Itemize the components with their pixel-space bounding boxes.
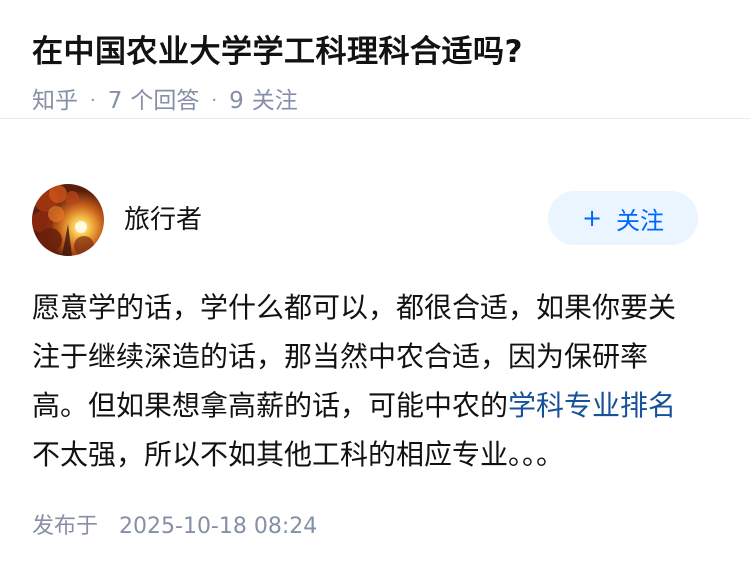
question-header: 在中国农业大学学工科理科合适吗? 知乎 · 7 个回答 · 9 关注 xyxy=(0,0,750,119)
meta-separator: · xyxy=(90,90,96,111)
answer-author-row: 旅行者 + 关注 xyxy=(32,184,698,256)
avatar-image xyxy=(32,184,104,256)
answer-content: 愿意学的话，学什么都可以，都很合适，如果你要关注于继续深造的话，那当然中农合适，… xyxy=(32,283,700,479)
publish-time: 2025-10-18 08:24 xyxy=(119,514,318,539)
source-label[interactable]: 知乎 xyxy=(32,85,78,117)
author-name[interactable]: 旅行者 xyxy=(124,199,548,236)
question-meta: 知乎 · 7 个回答 · 9 关注 xyxy=(32,85,718,117)
follower-count-label[interactable]: 关注 xyxy=(252,85,298,117)
answer-count-label[interactable]: 个回答 xyxy=(130,85,199,117)
publish-info: 发布于 2025-10-18 08:24 xyxy=(32,512,317,542)
answer-inline-link[interactable]: 学科专业排名 xyxy=(508,389,676,422)
follow-button[interactable]: + 关注 xyxy=(548,191,698,245)
meta-separator: · xyxy=(211,90,218,111)
answer-count: 7 xyxy=(107,88,123,114)
answer-text-after-link: 不太强，所以不如其他工科的相应专业。。。 xyxy=(32,438,565,471)
follow-button-label: 关注 xyxy=(616,206,665,235)
avatar[interactable] xyxy=(32,184,104,256)
publish-label: 发布于 xyxy=(32,514,99,539)
question-title[interactable]: 在中国农业大学学工科理科合适吗? xyxy=(32,32,718,72)
follower-count: 9 xyxy=(229,88,244,114)
plus-icon: + xyxy=(581,204,603,232)
